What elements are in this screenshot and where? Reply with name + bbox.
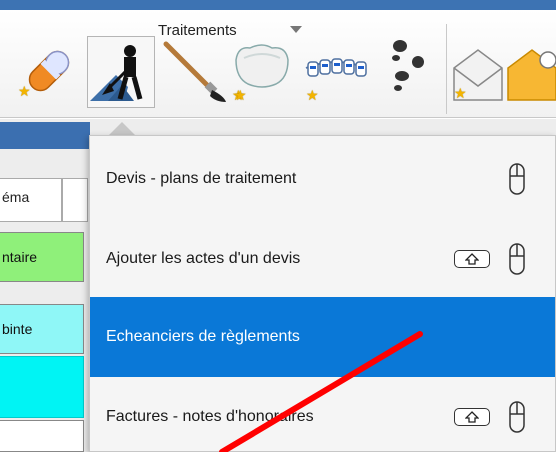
red-annotation-line: [219, 331, 423, 452]
